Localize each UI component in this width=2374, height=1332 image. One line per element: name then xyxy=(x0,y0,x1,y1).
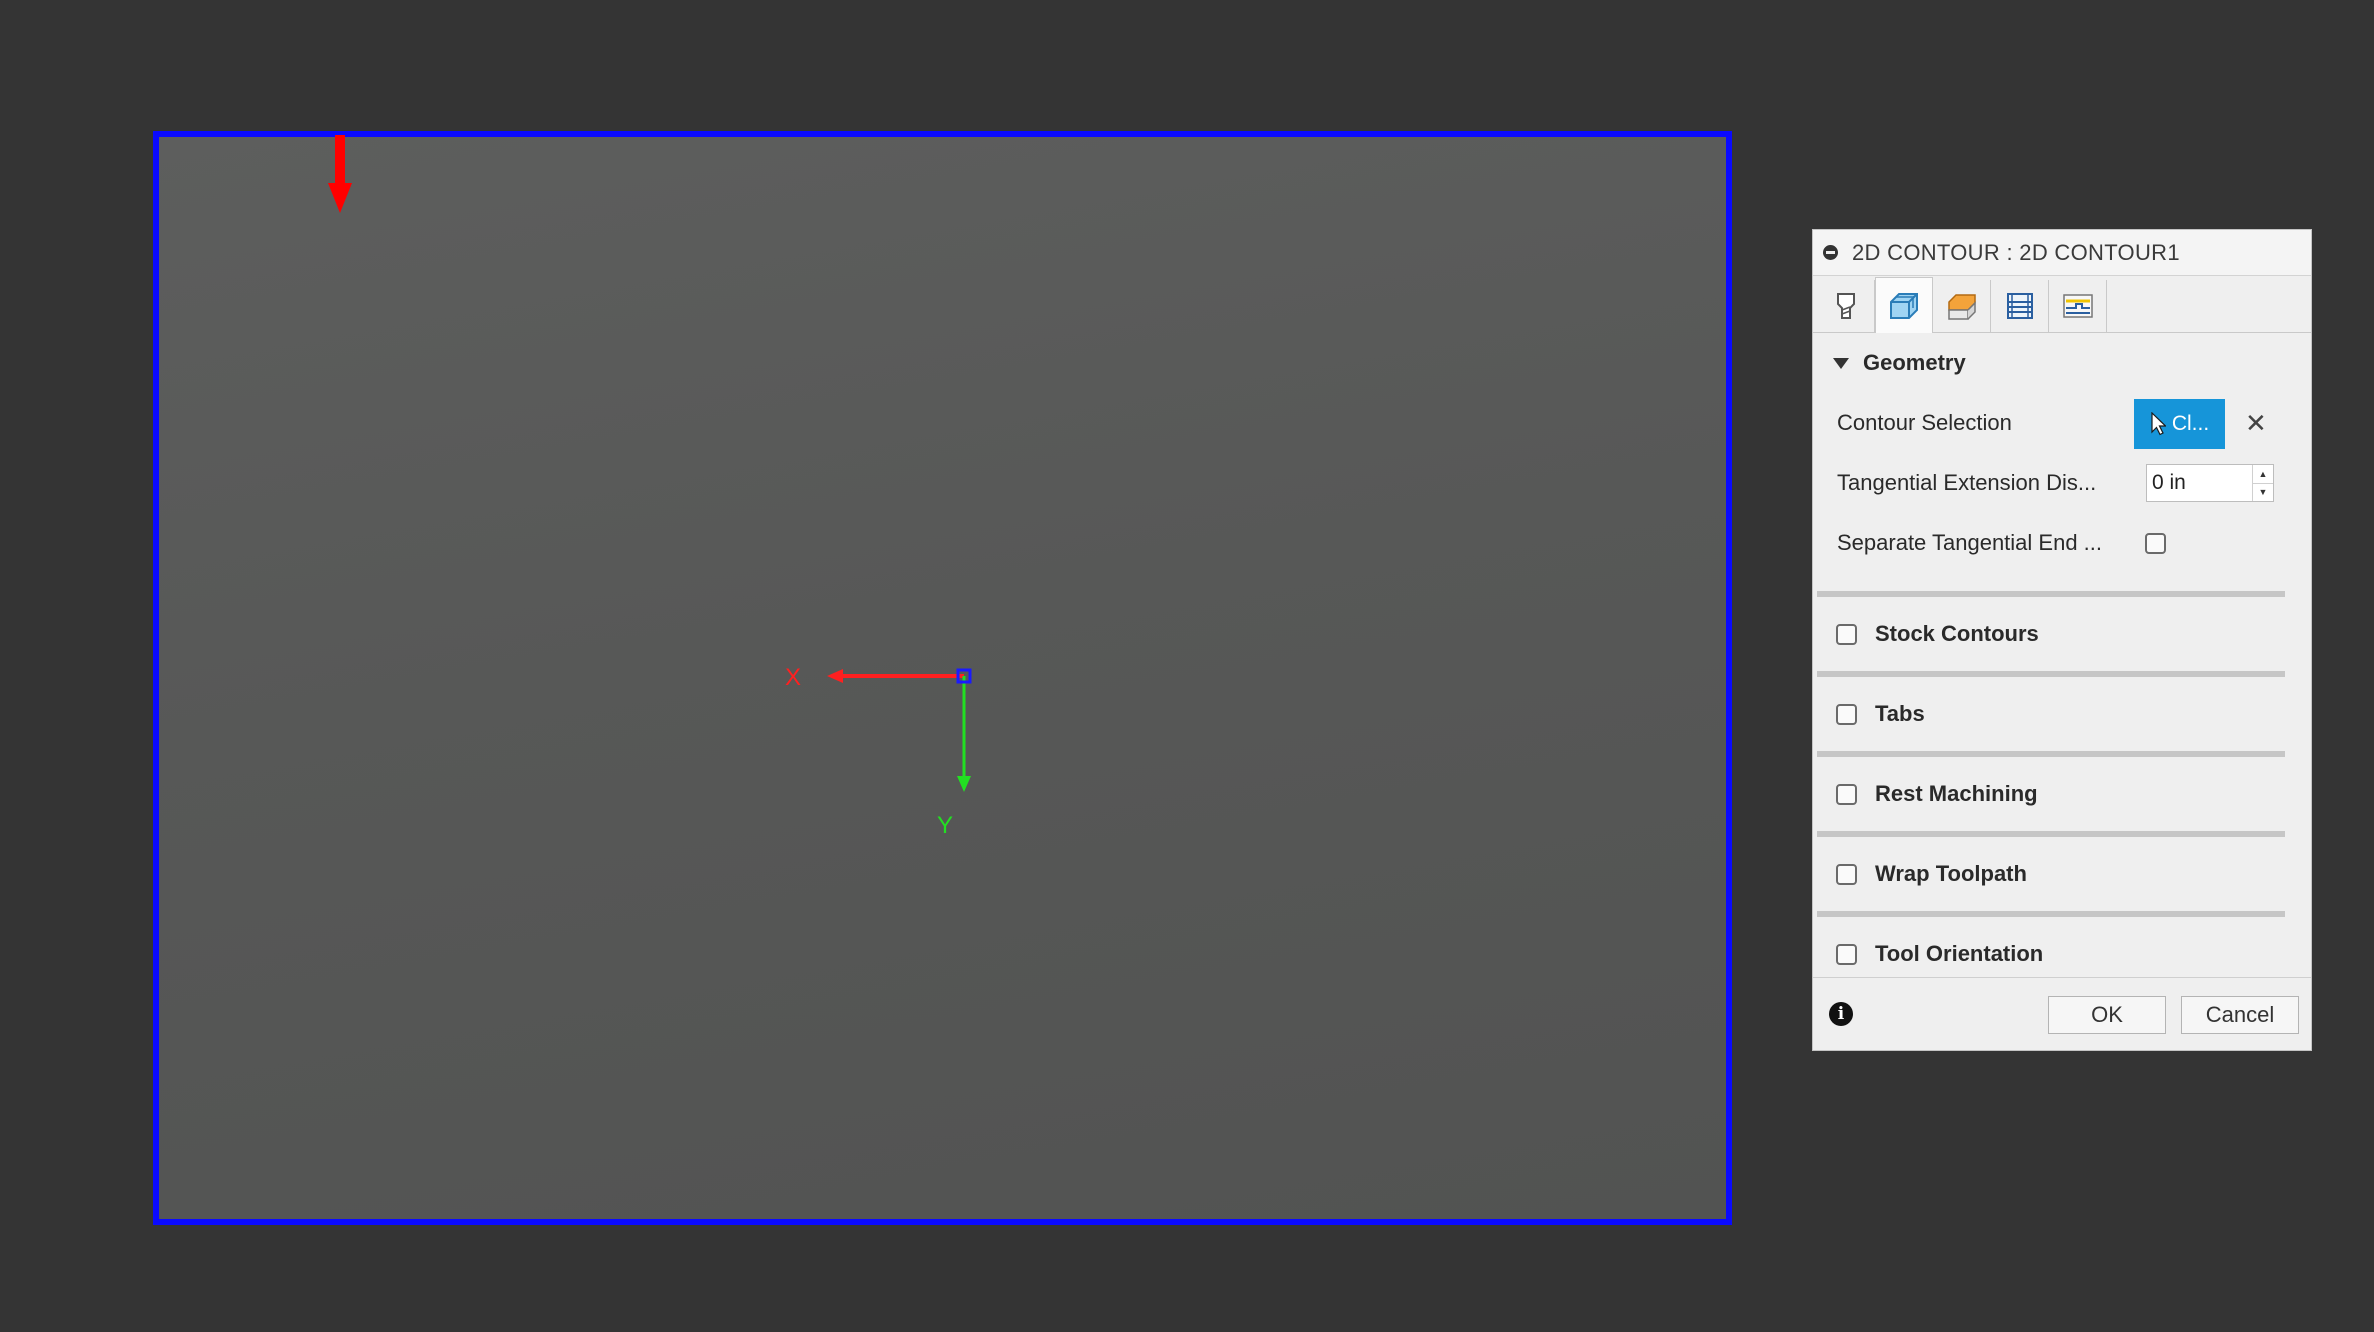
passes-icon xyxy=(2006,293,2033,319)
group-tabs[interactable]: Tabs xyxy=(1813,677,2311,751)
separate-tangential-row: Separate Tangential End ... xyxy=(1813,513,2311,573)
stepper-arrows: ▲ ▼ xyxy=(2252,465,2273,501)
x-axis-label: X xyxy=(785,664,802,691)
tangential-extension-label: Tangential Extension Dis... xyxy=(1837,470,2097,495)
group-rest-machining[interactable]: Rest Machining xyxy=(1813,757,2311,831)
tangential-extension-input[interactable] xyxy=(2147,465,2252,501)
tangential-extension-row: Tangential Extension Dis... ▲ ▼ xyxy=(1813,453,2311,513)
group-label: Wrap Toolpath xyxy=(1875,861,2027,886)
linking-icon xyxy=(2062,294,2093,318)
stock-direction-arrow-icon xyxy=(328,135,352,213)
wcs-triad-icon xyxy=(827,668,972,792)
tool-icon xyxy=(1836,293,1855,319)
dialog-titlebar[interactable]: 2D CONTOUR : 2D CONTOUR1 xyxy=(1813,230,2311,276)
contour-selection-row: Contour Selection Cl... ✕ xyxy=(1813,393,2311,453)
contour-selection-label: Contour Selection xyxy=(1837,410,2012,435)
ok-button[interactable]: OK xyxy=(2048,996,2166,1034)
group-label: Rest Machining xyxy=(1875,781,2038,806)
tab-tool[interactable] xyxy=(1817,280,1875,332)
graphics-viewport[interactable]: X Y xyxy=(153,131,1732,1225)
clear-selection-icon[interactable]: ✕ xyxy=(2245,410,2267,436)
cancel-button[interactable]: Cancel xyxy=(2181,996,2299,1034)
wrap-toolpath-checkbox[interactable] xyxy=(1836,863,1857,885)
group-label: Stock Contours xyxy=(1875,621,2039,646)
stepper-down-icon[interactable]: ▼ xyxy=(2253,482,2273,502)
contour-selection-button[interactable]: Cl... xyxy=(2134,399,2225,449)
info-icon[interactable]: i xyxy=(1829,1002,1853,1026)
tab-geometry[interactable] xyxy=(1875,277,1933,333)
group-label: Tool Orientation xyxy=(1875,941,2044,966)
tab-heights[interactable] xyxy=(1933,280,1991,332)
group-wrap-toolpath[interactable]: Wrap Toolpath xyxy=(1813,837,2311,911)
group-stock-contours[interactable]: Stock Contours xyxy=(1813,597,2311,671)
dialog-title: 2D CONTOUR : 2D CONTOUR1 xyxy=(1852,239,2180,265)
separate-tangential-label: Separate Tangential End ... xyxy=(1837,530,2103,555)
geometry-section-label: Geometry xyxy=(1863,350,1966,375)
tangential-extension-stepper: ▲ ▼ xyxy=(2146,464,2274,502)
collapse-dialog-icon[interactable] xyxy=(1823,245,1838,260)
stepper-up-icon[interactable]: ▲ xyxy=(2253,465,2273,483)
contour-selection-value: Cl... xyxy=(2171,412,2210,435)
group-label: Tabs xyxy=(1875,701,1925,726)
tabs-checkbox[interactable] xyxy=(1836,703,1857,725)
geometry-section-header[interactable]: Geometry xyxy=(1813,333,2311,393)
2d-contour-dialog: 2D CONTOUR : 2D CONTOUR1 Geometry Contou… xyxy=(1812,229,2312,1051)
dialog-footer: i OK Cancel xyxy=(1813,977,2311,1050)
separate-tangential-checkbox[interactable] xyxy=(2145,533,2166,554)
tab-passes[interactable] xyxy=(1991,280,2049,332)
stock-contours-checkbox[interactable] xyxy=(1836,623,1857,645)
tab-linking[interactable] xyxy=(2049,280,2107,332)
rest-machining-checkbox[interactable] xyxy=(1836,783,1857,805)
geometry-icon xyxy=(1890,292,1918,319)
tool-orientation-checkbox[interactable] xyxy=(1836,943,1857,965)
heights-icon xyxy=(1947,294,1976,320)
y-axis-label: Y xyxy=(937,812,954,839)
dialog-tabs xyxy=(1813,276,2311,333)
cursor-arrow-icon xyxy=(2151,412,2166,436)
expand-caret-icon xyxy=(1833,357,1849,369)
